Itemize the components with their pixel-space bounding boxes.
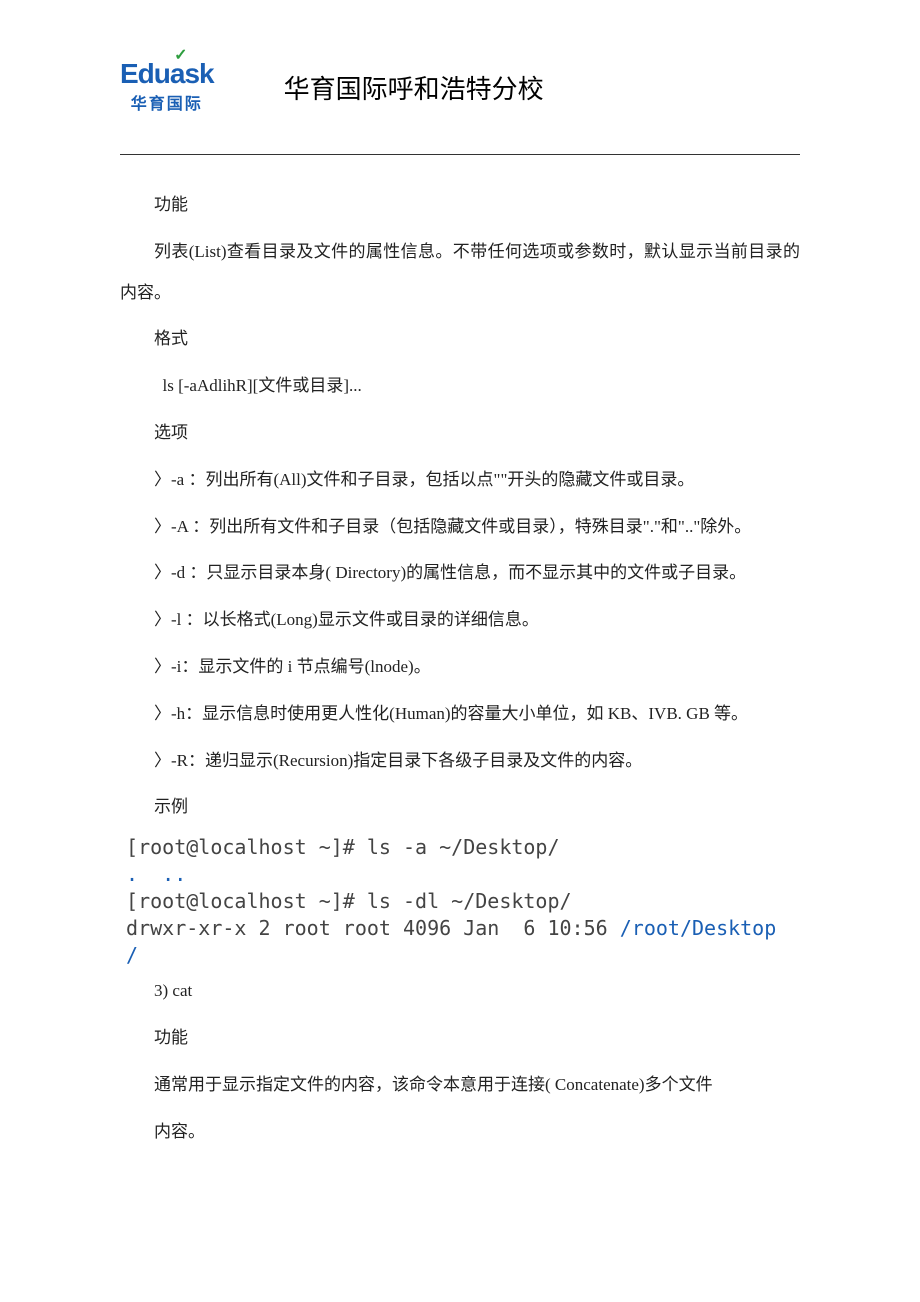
document-header: Edua✓sk 华育国际 华育国际呼和浩特分校 bbox=[120, 60, 800, 114]
logo-top-text: Edua✓sk bbox=[120, 60, 214, 88]
term-line-5: / bbox=[114, 943, 138, 967]
logo-accent: a✓ bbox=[170, 58, 185, 89]
paragraph-ls-desc: 列表(List)查看目录及文件的属性信息。不带任何选项或参数时，默认显示当前目录… bbox=[120, 232, 800, 314]
heading-example: 示例 bbox=[120, 787, 800, 828]
heading-format: 格式 bbox=[120, 319, 800, 360]
term-line-4-perm: drwxr-xr-x 2 root root 4096 Jan 6 10:56 bbox=[114, 916, 620, 940]
term-line-2-dirs: . .. bbox=[126, 862, 186, 886]
option-i: 〉-i：显示文件的 i 节点编号(lnode)。 bbox=[120, 647, 800, 688]
brand-logo: Edua✓sk 华育国际 bbox=[120, 60, 214, 114]
option-big-a: 〉-A ：列出所有文件和子目录（包括隐藏文件或目录），特殊目录"."和".."除… bbox=[120, 507, 800, 548]
term-line-3: [root@localhost ~]# ls -dl ~/Desktop/ bbox=[114, 889, 572, 913]
check-icon: ✓ bbox=[174, 48, 186, 64]
paragraph-cat-desc-2: 内容。 bbox=[120, 1112, 800, 1153]
heading-function: 功能 bbox=[120, 185, 800, 226]
terminal-output: [root@localhost ~]# ls -a ~/Desktop/ . .… bbox=[114, 834, 800, 969]
term-line-4-path: /root/Desktop bbox=[620, 916, 777, 940]
term-line-1: [root@localhost ~]# ls -a ~/Desktop/ bbox=[114, 835, 560, 859]
logo-suffix: sk bbox=[184, 58, 213, 89]
page-title: 华育国际呼和浩特分校 bbox=[284, 69, 544, 106]
heading-cat-function: 功能 bbox=[120, 1018, 800, 1059]
option-d: 〉-d ：只显示目录本身( Directory)的属性信息，而不显示其中的文件或… bbox=[120, 553, 800, 594]
code-ls-syntax: ls [-aAdlihR][文件或目录]... bbox=[120, 366, 800, 407]
option-h: 〉-h：显示信息时使用更人性化(Human)的容量大小单位，如 KB、IVB. … bbox=[120, 694, 800, 735]
divider-line bbox=[120, 154, 800, 155]
paragraph-cat-desc-1: 通常用于显示指定文件的内容，该命令本意用于连接( Concatenate)多个文… bbox=[120, 1065, 800, 1106]
heading-options: 选项 bbox=[120, 413, 800, 454]
logo-prefix: Edu bbox=[120, 58, 170, 89]
document-body: 功能 列表(List)查看目录及文件的属性信息。不带任何选项或参数时，默认显示当… bbox=[120, 185, 800, 1152]
logo-bottom-text: 华育国际 bbox=[131, 90, 203, 114]
heading-cat: 3) cat bbox=[120, 971, 800, 1012]
option-a: 〉-a ：列出所有(All)文件和子目录，包括以点""开头的隐藏文件或目录。 bbox=[120, 460, 800, 501]
option-l: 〉-l ：以长格式(Long)显示文件或目录的详细信息。 bbox=[120, 600, 800, 641]
option-big-r: 〉-R：递归显示(Recursion)指定目录下各级子目录及文件的内容。 bbox=[120, 741, 800, 782]
